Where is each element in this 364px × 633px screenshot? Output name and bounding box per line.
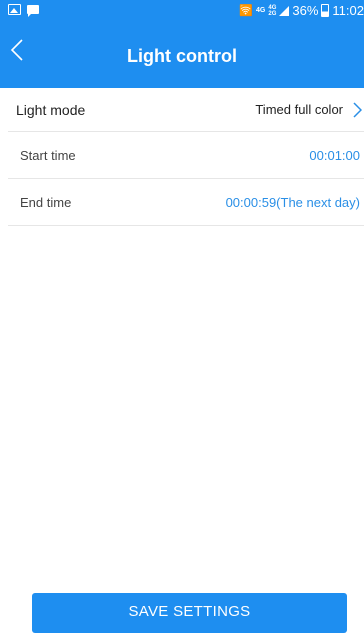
light-mode-row[interactable]: Light mode Timed full color — [8, 88, 364, 132]
light-mode-label: Light mode — [16, 101, 86, 118]
end-time-row[interactable]: End time 00:00:59(The next day) — [8, 179, 364, 226]
save-settings-button[interactable]: SAVE SETTINGS — [32, 593, 347, 633]
battery-percent: 36% — [292, 3, 319, 18]
clock-time: 11:02 — [332, 3, 364, 18]
start-time-label: Start time — [20, 147, 76, 163]
wifi-icon: 🛜 — [239, 5, 254, 17]
signal-strength-icon — [279, 5, 290, 16]
end-time-label: End time — [20, 194, 72, 210]
start-time-row[interactable]: Start time 00:01:00 — [8, 132, 364, 179]
chevron-right-icon — [353, 101, 362, 118]
message-notification-icon — [27, 5, 39, 17]
end-time-value[interactable]: 00:00:59(The next day) — [226, 195, 364, 210]
start-time-value[interactable]: 00:01:00 — [309, 148, 364, 163]
system-status: 🛜 4G 4G 2G 36% 11:02 — [239, 3, 364, 18]
status-bar: 🛜 4G 4G 2G 36% 11:02 — [0, 0, 364, 24]
network-type-stack: 4G 2G — [268, 5, 276, 17]
network-type-label: 4G — [256, 7, 266, 14]
page-title: Light control — [127, 46, 237, 66]
light-mode-selector[interactable]: Timed full color — [255, 101, 364, 118]
image-notification-icon — [8, 4, 21, 15]
battery-icon — [321, 4, 330, 17]
light-mode-value: Timed full color — [255, 102, 343, 117]
app-header: Light control — [0, 24, 364, 88]
notification-icons — [8, 4, 39, 17]
network-type-bottom: 2G — [268, 10, 277, 17]
